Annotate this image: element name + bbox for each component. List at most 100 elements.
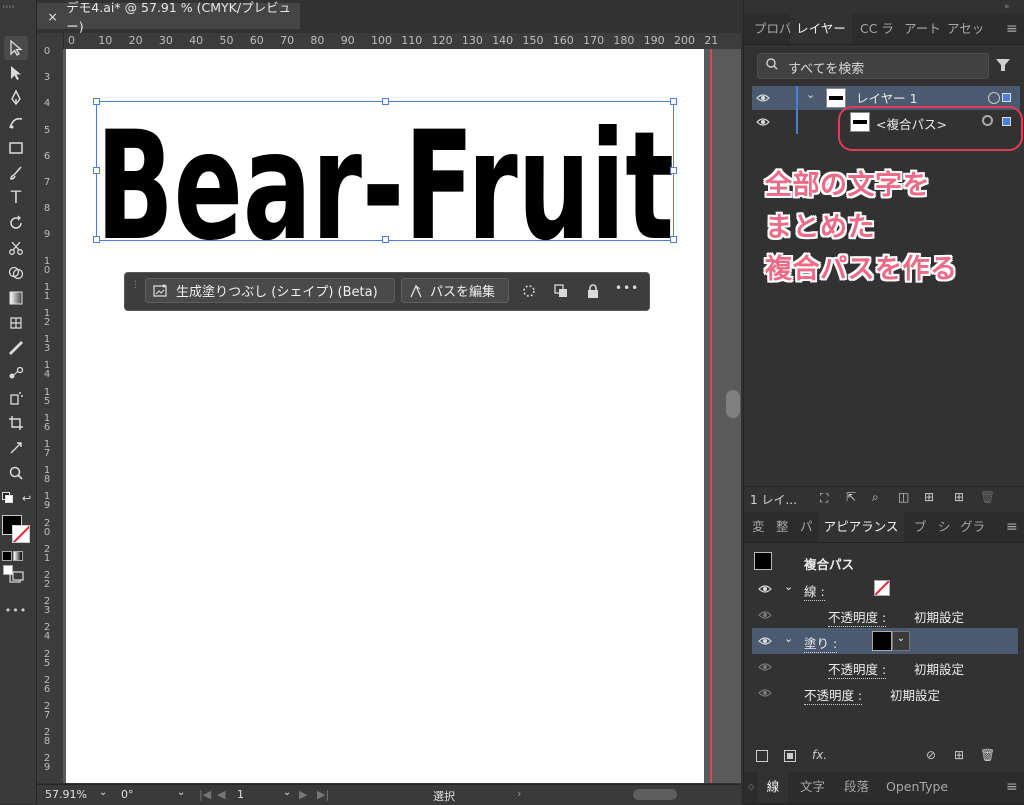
next-artboard-icon[interactable]: ▶ [299, 788, 307, 801]
appearance-menu-icon[interactable]: ≡ [1006, 512, 1018, 542]
drag-handle-icon[interactable]: ⋮ [131, 281, 140, 299]
visibility-eye-icon[interactable] [758, 583, 772, 595]
bounding-box-handle[interactable] [93, 167, 100, 174]
tab-paragraph[interactable]: 段落 [844, 772, 869, 802]
rotate-tool-icon[interactable] [4, 211, 28, 235]
panel-menu-icon[interactable]: ≡ [1006, 14, 1018, 44]
tab-artboards[interactable]: アート [904, 14, 941, 44]
artboard-dropdown-icon[interactable]: ⌄ [283, 787, 291, 798]
recolor-icon[interactable] [521, 283, 537, 299]
tab-stroke[interactable]: 線 [758, 772, 788, 802]
add-stroke-icon[interactable] [756, 750, 768, 762]
collect-export-icon[interactable]: ⛶ [820, 491, 828, 506]
tab-character[interactable]: 文字 [800, 772, 825, 802]
gradient-tool-icon[interactable] [4, 286, 28, 310]
clear-appearance-icon[interactable]: ⊘ [926, 748, 936, 762]
vertical-scrollbar-thumb[interactable] [726, 390, 740, 418]
bounding-box-handle[interactable] [93, 236, 100, 243]
new-sublayer-icon[interactable]: ⊞ [924, 490, 934, 504]
panel-grip[interactable]: ›››› [2, 2, 34, 12]
clipping-mask-icon[interactable]: ◫ [898, 490, 909, 504]
stroke-opacity-row[interactable]: 不透明度 : 初期設定 [752, 602, 1018, 628]
stroke-label[interactable]: 線 : [804, 581, 825, 601]
bottom-panel-menu-icon[interactable]: ≡ [1006, 772, 1018, 802]
opacity-label[interactable]: 不透明度 : [828, 607, 887, 627]
fill-dropdown-icon[interactable]: ⌄ [892, 631, 910, 651]
fill-row[interactable]: ⌄ 塗り : ⌄ [752, 628, 1018, 654]
fill-color-swatch[interactable] [872, 631, 892, 651]
generative-fill-button[interactable]: 生成塗りつぶし (シェイプ) (Beta) [145, 278, 395, 303]
chevron-down-icon[interactable]: ⌄ [784, 580, 793, 593]
rotation-dropdown-icon[interactable]: ⌄ [177, 787, 185, 798]
visibility-eye-icon[interactable] [758, 687, 772, 699]
chevron-down-icon[interactable]: ⌄ [806, 88, 815, 101]
tab-graphic-styles[interactable]: グラ [960, 512, 985, 542]
tab-pathfinder[interactable]: パ [800, 512, 813, 542]
visibility-eye-icon[interactable] [756, 92, 770, 104]
vertical-ruler[interactable]: 0 3 4 5 6 7 8 9 10 11 12 13 14 15 16 17 18 19 20 21 22 23 24 25… [37, 33, 64, 783]
rectangle-tool-icon[interactable] [4, 136, 28, 160]
add-effect-icon[interactable]: fx. [812, 748, 827, 762]
selection-tool-icon[interactable] [4, 36, 28, 60]
tab-appearance[interactable]: アピアランス [818, 512, 904, 542]
duplicate-item-icon[interactable]: ⊞ [954, 748, 964, 762]
tab-properties[interactable]: プロパ [754, 14, 792, 44]
zoom-tool-icon[interactable] [4, 461, 28, 485]
shape-builder-tool-icon[interactable] [4, 261, 28, 285]
color-mode-icons[interactable] [2, 550, 32, 575]
slice-tool-icon[interactable] [4, 436, 28, 460]
duplicate-icon[interactable] [553, 283, 569, 299]
bounding-box-handle[interactable] [670, 98, 677, 105]
object-opacity-row[interactable]: 不透明度 : 初期設定 [752, 680, 1018, 706]
status-menu-icon[interactable]: › [517, 787, 521, 800]
bounding-box-handle[interactable] [670, 236, 677, 243]
more-tools-icon[interactable]: ••• [4, 598, 28, 622]
close-tab-icon[interactable]: × [43, 9, 62, 24]
tab-brushes[interactable]: ブ [914, 512, 927, 542]
eyedropper-tool-icon[interactable] [4, 336, 28, 360]
tab-layers[interactable]: レイヤー [790, 14, 852, 44]
delete-layer-icon[interactable]: 🗑 [980, 490, 995, 504]
edit-path-button[interactable]: パスを編集 [401, 278, 509, 303]
tab-cc-libraries[interactable]: CC ラ [860, 14, 894, 44]
visibility-eye-icon[interactable] [758, 661, 772, 673]
opacity-label[interactable]: 不透明度 : [828, 659, 887, 679]
collapse-panels-icon[interactable]: » [1004, 2, 1010, 12]
last-artboard-icon[interactable]: ▶| [317, 788, 329, 801]
prev-artboard-icon[interactable]: ◀ [217, 788, 225, 801]
curvature-tool-icon[interactable] [4, 111, 28, 135]
tab-transform[interactable]: 変 [752, 512, 765, 542]
layers-search-field[interactable]: すべてを検索 [757, 53, 989, 79]
compound-path-artwork[interactable]: Bear-Fruit [93, 98, 677, 274]
tab-opentype[interactable]: OpenType [886, 772, 948, 802]
bottom-collapse-icon[interactable]: ◇ [748, 772, 754, 802]
opacity-label[interactable]: 不透明度 : [804, 685, 863, 705]
tab-assets[interactable]: アセッ [947, 14, 984, 44]
more-options-icon[interactable]: ••• [615, 281, 639, 295]
swap-colors-icon[interactable]: ↩ [22, 492, 31, 505]
bounding-box-handle[interactable] [93, 98, 100, 105]
rotation-value[interactable]: 0° [121, 788, 134, 801]
type-tool-icon[interactable]: T [4, 186, 28, 210]
delete-item-icon[interactable]: 🗑 [980, 748, 995, 762]
visibility-eye-icon[interactable] [758, 609, 772, 621]
chevron-down-icon[interactable]: ⌄ [784, 632, 793, 645]
pen-tool-icon[interactable] [4, 86, 28, 110]
stroke-row[interactable]: ⌄ 線 : [752, 576, 1018, 602]
export-icon[interactable]: ⇱ [846, 490, 856, 504]
visibility-eye-icon[interactable] [758, 635, 772, 647]
mesh-tool-icon[interactable] [4, 311, 28, 335]
artboard-number[interactable]: 1 [237, 788, 244, 801]
locate-object-icon[interactable]: ⌕ [872, 490, 879, 505]
artboard-tool-icon[interactable] [4, 411, 28, 435]
direct-selection-tool-icon[interactable] [4, 61, 28, 85]
fill-label[interactable]: 塗り : [804, 633, 838, 653]
document-tab[interactable]: × デモ4.ai* @ 57.91 % (CMYK/プレビュー) [37, 0, 300, 34]
horizontal-ruler[interactable]: 0 10 20 30 40 50 60 70 80 90 100 110 120 130 140 150 160… [63, 33, 741, 50]
add-fill-icon[interactable] [784, 750, 796, 762]
brush-tool-icon[interactable] [4, 161, 28, 185]
bounding-box-handle[interactable] [670, 167, 677, 174]
filter-icon[interactable] [995, 57, 1011, 76]
visibility-eye-icon[interactable] [756, 116, 770, 128]
horizontal-scrollbar-thumb[interactable] [633, 789, 677, 800]
